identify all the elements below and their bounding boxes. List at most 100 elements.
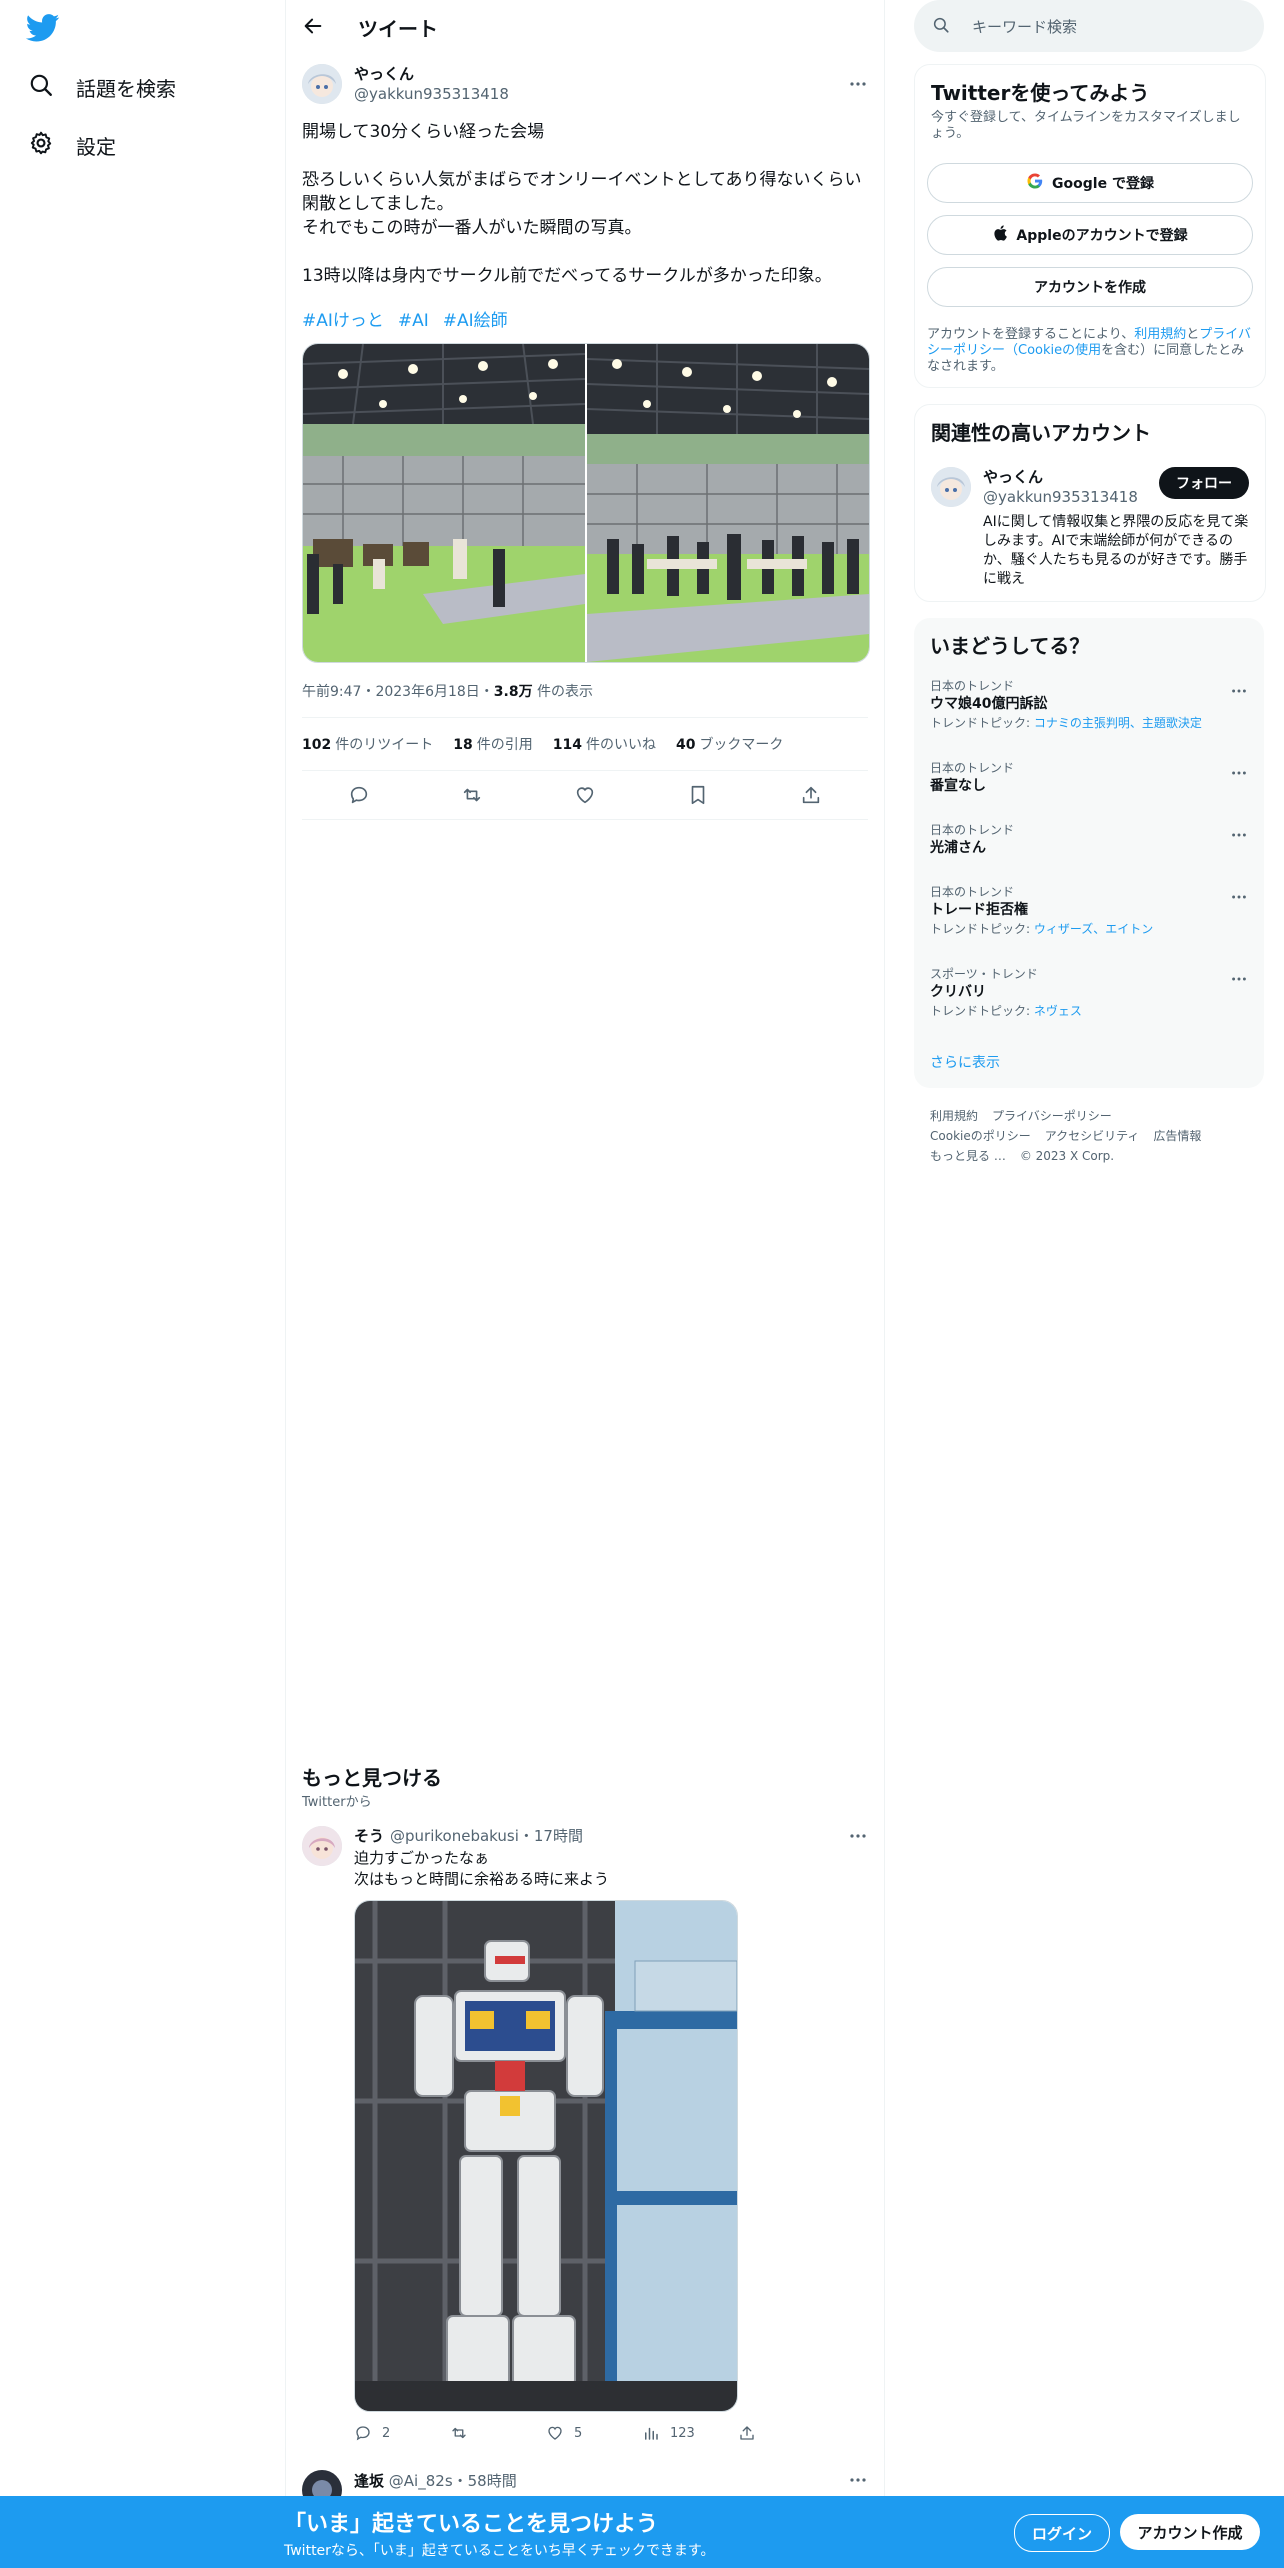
- footer-links: 利用規約 プライバシーポリシー Cookieのポリシー アクセシビリティ 広告情報 も…: [930, 1106, 1250, 1166]
- prompt-title: 「いま」起きていることを見つけよう: [284, 2512, 659, 2537]
- trend-item[interactable]: スポーツ・トレンド クリバリ トレンドトピック: ネヴェス: [930, 966, 1248, 1020]
- like-icon[interactable]: [574, 784, 596, 806]
- tweet-time[interactable]: ・17時間: [519, 1827, 583, 1845]
- like-button[interactable]: 5: [546, 2424, 642, 2442]
- back-arrow-icon[interactable]: [302, 15, 326, 39]
- tweet-timestamp[interactable]: 午前9:47・2023年6月18日・: [302, 684, 494, 700]
- author-handle[interactable]: @Ai_82s: [389, 2472, 453, 2490]
- trend-item[interactable]: 日本のトレンド 番宣なし: [930, 760, 1248, 796]
- related-accounts-card: 関連性の高いアカウント やっくん @yakkun935313418 フォロー A…: [914, 404, 1266, 602]
- like-stat[interactable]: 114 件のいいね: [553, 734, 656, 754]
- footer-link[interactable]: Cookieのポリシー: [930, 1129, 1031, 1143]
- footer-link[interactable]: アクセシビリティ: [1045, 1129, 1140, 1143]
- trend-item[interactable]: 日本のトレンド トレード拒否権 トレンドトピック: ウィザーズ、エイトン: [930, 884, 1248, 938]
- terms-link[interactable]: 利用規約: [1134, 327, 1186, 342]
- author-name[interactable]: そう: [354, 1827, 384, 1845]
- twitter-bird-icon[interactable]: [25, 14, 60, 46]
- google-signup-button[interactable]: Google で登録: [927, 163, 1253, 203]
- card-title: Twitterを使ってみよう: [931, 81, 1150, 105]
- share-button[interactable]: [738, 2424, 834, 2442]
- footer-link[interactable]: プライバシーポリシー: [992, 1109, 1112, 1123]
- trend-topic-link[interactable]: ネヴェス: [1034, 1004, 1082, 1018]
- signup-button[interactable]: アカウント作成: [1120, 2514, 1260, 2550]
- center-column: ツイート やっくん @yakkun935313418 開場して30分くらい経った…: [285, 0, 885, 2568]
- hashtag-link[interactable]: #AI: [398, 311, 429, 331]
- page-header: ツイート: [286, 0, 884, 54]
- tweet-meta: 午前9:47・2023年6月18日・3.8万 件の表示: [302, 681, 868, 701]
- trend-name: 番宣なし: [930, 778, 986, 794]
- quote-stat[interactable]: 18 件の引用: [453, 734, 532, 754]
- nav-item-label: 設定: [76, 134, 116, 159]
- prompt-subtitle: Twitterなら、「いま」起きていることをいち早くチェックできます。: [284, 2543, 715, 2559]
- bookmark-stat[interactable]: 40 ブックマーク: [676, 734, 783, 754]
- more-options-icon[interactable]: [1230, 888, 1248, 906]
- apple-signup-button[interactable]: Appleのアカウントで登録: [927, 215, 1253, 255]
- more-options-icon[interactable]: [1230, 970, 1248, 988]
- bookmark-icon[interactable]: [687, 784, 709, 806]
- tweet-text: 迫力すごかったなぁ 次はもっと時間に余裕ある時に来よう: [354, 1849, 610, 1888]
- media-photo[interactable]: [587, 344, 869, 662]
- avatar[interactable]: [931, 467, 971, 507]
- tweet-time[interactable]: ・58時間: [453, 2472, 517, 2490]
- avatar[interactable]: [302, 1826, 342, 1866]
- tweet-actions: [302, 771, 868, 820]
- views-button[interactable]: 123: [642, 2424, 738, 2442]
- trend-topic-link[interactable]: ウィザーズ、エイトン: [1034, 922, 1153, 936]
- reply-button[interactable]: 2: [354, 2424, 450, 2442]
- trend-topic-link[interactable]: コナミの主張判明、主題歌決定: [1034, 716, 1202, 730]
- more-options-icon[interactable]: [1230, 826, 1248, 844]
- signup-card: Twitterを使ってみよう 今すぐ登録して、タイムラインをカスタマイズしましょ…: [914, 64, 1266, 388]
- gear-icon: [28, 130, 58, 160]
- tweet-author: やっくん @yakkun935313418: [302, 62, 868, 106]
- apple-icon: [992, 224, 1016, 246]
- author-handle[interactable]: @purikonebakusi: [390, 1827, 519, 1845]
- nav-item-settings[interactable]: 設定: [28, 130, 116, 160]
- more-options-icon[interactable]: [848, 2470, 868, 2490]
- footer-link[interactable]: 利用規約: [930, 1109, 978, 1123]
- more-options-icon[interactable]: [848, 74, 868, 94]
- section-subtitle: Twitterから: [302, 1795, 372, 1810]
- trend-name: 光浦さん: [930, 840, 986, 856]
- google-button-label: Google で登録: [1052, 176, 1154, 192]
- media-photo[interactable]: [354, 1900, 738, 2412]
- trend-item[interactable]: 日本のトレンド ウマ娘40億円訴訟 トレンドトピック: コナミの主張判明、主題歌…: [930, 678, 1248, 732]
- search-bar[interactable]: キーワード検索: [914, 0, 1264, 52]
- trend-name: ウマ娘40億円訴訟: [930, 696, 1048, 712]
- create-account-button[interactable]: アカウントを作成: [927, 267, 1253, 307]
- author-handle[interactable]: @yakkun935313418: [354, 84, 509, 104]
- more-options-icon[interactable]: [848, 1826, 868, 1846]
- author-name[interactable]: やっくん: [354, 64, 509, 84]
- section-title: もっと見つける: [302, 1766, 442, 1790]
- retweet-icon[interactable]: [461, 784, 483, 806]
- trend-item[interactable]: 日本のトレンド 光浦さん: [930, 822, 1248, 858]
- login-button[interactable]: ログイン: [1014, 2514, 1110, 2552]
- google-icon: [1026, 172, 1052, 194]
- hashtag-link[interactable]: #AIけっと: [302, 311, 384, 331]
- trend-name: クリバリ: [930, 984, 986, 1000]
- search-icon: [932, 16, 952, 36]
- reply-icon[interactable]: [348, 784, 370, 806]
- search-input[interactable]: キーワード検索: [972, 16, 1077, 37]
- card-title: 関連性の高いアカウント: [931, 421, 1151, 445]
- more-options-icon[interactable]: [1230, 682, 1248, 700]
- retweet-stat[interactable]: 102 件のリツイート: [302, 734, 433, 754]
- footer-link[interactable]: 広告情報: [1153, 1129, 1201, 1143]
- trend-name: トレード拒否権: [930, 902, 1028, 918]
- left-nav: 話題を検索 設定: [0, 0, 284, 2568]
- apple-button-label: Appleのアカウントで登録: [1016, 228, 1188, 244]
- nav-item-label: 話題を検索: [76, 76, 176, 101]
- author-name[interactable]: 逢坂: [354, 2472, 384, 2490]
- hashtag-link[interactable]: #AI絵師: [443, 311, 508, 331]
- media-photo[interactable]: [303, 344, 585, 662]
- share-icon[interactable]: [800, 784, 822, 806]
- more-options-icon[interactable]: [1230, 764, 1248, 782]
- tweet-text: 開場して30分くらい経った会場 恐ろしいくらい人気がまばらでオンリーイベントとし…: [302, 122, 862, 286]
- tweet-stats: 102 件のリツイート 18 件の引用 114 件のいいね 40 ブックマーク: [302, 717, 868, 771]
- nav-item-explore[interactable]: 話題を検索: [28, 72, 176, 102]
- follow-button[interactable]: フォロー: [1159, 467, 1249, 499]
- avatar[interactable]: [302, 64, 342, 104]
- cookie-link[interactable]: Cookieの使用: [1018, 343, 1101, 358]
- footer-link[interactable]: もっと見る …: [930, 1149, 1006, 1163]
- show-more-link[interactable]: さらに表示: [930, 1052, 1248, 1072]
- retweet-button[interactable]: [450, 2424, 546, 2442]
